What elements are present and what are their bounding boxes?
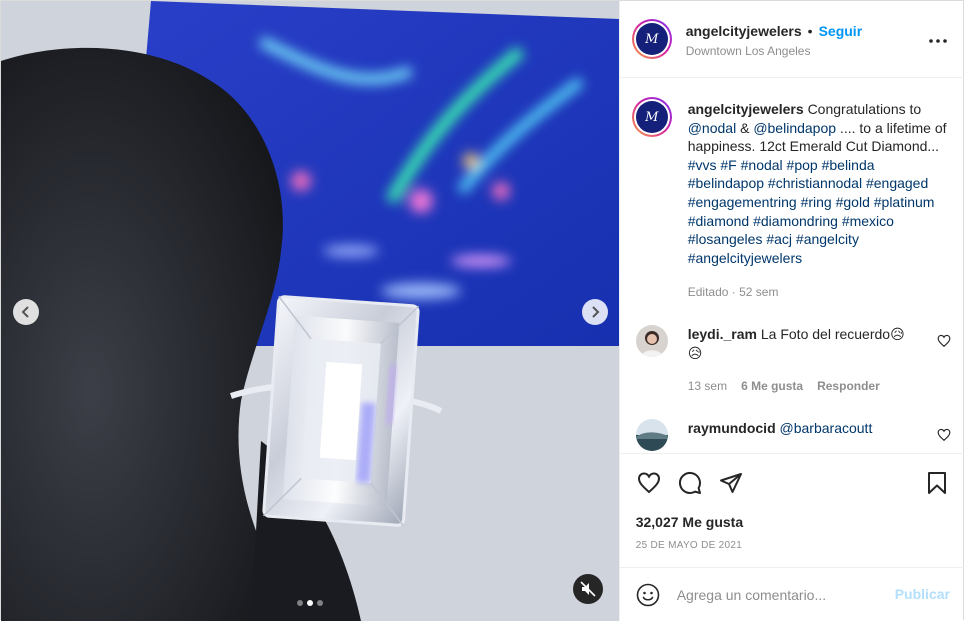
comment: leydi._ram La Foto del recuerdo😥 😥 xyxy=(688,325,918,362)
comment-username[interactable]: raymundocid xyxy=(688,420,776,436)
paper-plane-icon xyxy=(719,473,742,493)
profile-photo-icon xyxy=(635,419,668,451)
avatar-monogram: M xyxy=(635,101,668,133)
emoji-icon[interactable] xyxy=(636,583,660,607)
caption-text-part: Congratulations to xyxy=(807,101,922,117)
comment: raymundocid @barbaracoutt xyxy=(688,419,918,438)
post-actions: 32,027 Me gusta 25 DE MAYO DE 2021 xyxy=(619,453,964,566)
carousel-dot xyxy=(297,600,303,606)
caption-avatar[interactable]: M xyxy=(631,97,672,137)
comment-text: La Foto del recuerdo xyxy=(760,326,891,342)
hashtags[interactable]: #vvs #F #nodal #pop #belinda #belindapop… xyxy=(688,157,935,266)
post-date[interactable]: 25 DE MAYO DE 2021 xyxy=(636,540,742,551)
avatar[interactable]: M xyxy=(631,19,672,59)
comment-meta: 13 sem 6 Me gusta Responder xyxy=(688,379,880,393)
save-button[interactable] xyxy=(924,470,950,496)
separator-bullet: • xyxy=(807,23,813,39)
add-comment-bar: Publicar xyxy=(619,567,964,621)
chevron-right-icon xyxy=(592,306,600,318)
likes-count[interactable]: 32,027 Me gusta xyxy=(636,514,743,530)
carousel-dot xyxy=(317,600,323,606)
heart-icon xyxy=(637,472,660,494)
post-sidebar: M angelcityjewelers • Seguir Downtown Lo… xyxy=(618,1,964,621)
comment-time: 13 sem xyxy=(687,379,728,393)
post-location[interactable]: Downtown Los Angeles xyxy=(686,44,811,58)
post-dialog: M angelcityjewelers • Seguir Downtown Lo… xyxy=(0,0,964,621)
post-header: M angelcityjewelers • Seguir Downtown Lo… xyxy=(619,1,964,78)
comment-username[interactable]: leydi._ram xyxy=(688,326,757,342)
more-options-button[interactable] xyxy=(926,29,950,53)
mute-button[interactable] xyxy=(573,574,603,604)
profile-photo-icon xyxy=(635,325,668,357)
commenter-avatar[interactable] xyxy=(635,325,668,357)
follow-button[interactable]: Seguir xyxy=(819,23,863,39)
comment-bubble-icon xyxy=(678,471,701,494)
comment-input[interactable] xyxy=(676,583,877,607)
carousel-indicator xyxy=(297,600,323,606)
publish-button[interactable]: Publicar xyxy=(895,586,950,602)
like-comment-heart-icon[interactable] xyxy=(937,428,951,442)
sad-face-icon: 😥 xyxy=(890,326,905,342)
mention-link[interactable]: @belindapop xyxy=(753,120,836,136)
commenter-avatar[interactable] xyxy=(635,419,668,451)
post-media[interactable] xyxy=(1,1,619,621)
chevron-left-icon xyxy=(21,306,29,318)
share-button[interactable] xyxy=(718,470,744,496)
like-button[interactable] xyxy=(636,470,662,496)
mention-link[interactable]: @nodal xyxy=(688,120,736,136)
avatar-monogram: M xyxy=(635,23,668,55)
caption-username[interactable]: angelcityjewelers xyxy=(688,101,804,117)
more-dots-icon xyxy=(928,39,947,43)
speaker-muted-icon xyxy=(580,581,596,597)
reply-button[interactable]: Responder xyxy=(817,379,880,393)
ring-photo xyxy=(1,1,619,621)
caption-text-part: & xyxy=(736,119,754,136)
like-comment-heart-icon[interactable] xyxy=(937,334,951,348)
comment-button[interactable] xyxy=(677,470,703,496)
comment-likes[interactable]: 6 Me gusta xyxy=(741,379,803,393)
mention-link[interactable]: @barbaracoutt xyxy=(780,420,873,436)
next-image-button[interactable] xyxy=(582,299,608,325)
caption: angelcityjewelers Congratulations to @no… xyxy=(688,100,952,267)
bookmark-icon xyxy=(927,472,946,494)
previous-image-button[interactable] xyxy=(13,299,39,325)
author-username[interactable]: angelcityjewelers xyxy=(686,23,802,39)
sad-face-icon: 😥 xyxy=(687,344,703,361)
comments-list[interactable]: M angelcityjewelers Congratulations to @… xyxy=(620,79,964,453)
carousel-dot-active xyxy=(307,600,313,606)
caption-meta: Editado · 52 sem xyxy=(687,285,779,299)
